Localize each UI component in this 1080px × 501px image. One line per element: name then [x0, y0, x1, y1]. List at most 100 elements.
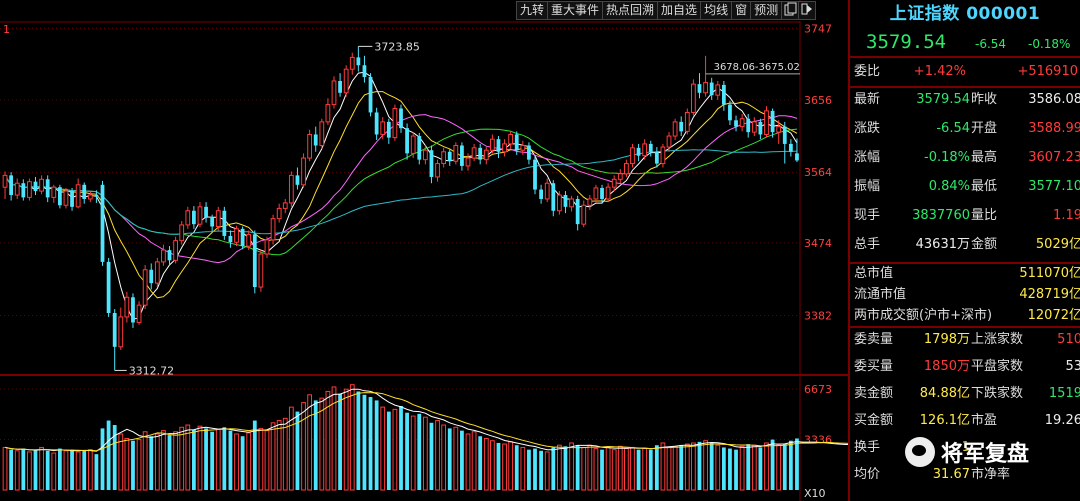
candle-body [204, 206, 208, 218]
order-label: 卖金额 [854, 386, 894, 401]
candle-body [21, 183, 26, 198]
volume-bar [234, 433, 239, 491]
jiuzhuan-button[interactable]: 九转 [516, 1, 549, 20]
quote-row: 总手 43631万 金额 5029亿 [850, 233, 1080, 257]
exit-icon[interactable] [799, 1, 817, 20]
volume-bar [654, 445, 659, 490]
volume-bar [167, 435, 172, 490]
volume-bar [642, 448, 648, 491]
volume-bar [264, 430, 270, 491]
candle-body [319, 121, 325, 146]
candle-body [14, 182, 20, 196]
volume-bar [258, 427, 264, 491]
order-value: 1519 [1048, 386, 1080, 401]
volume-bar [533, 448, 537, 490]
order-value: 1850万 [923, 359, 970, 374]
volume-bar [100, 428, 105, 490]
volume-bar [593, 448, 599, 491]
quote-value: -0.18% [924, 150, 970, 165]
candle-body [142, 269, 148, 306]
volume-bar [672, 445, 678, 491]
candle-body [325, 104, 331, 123]
candle-body [51, 186, 57, 198]
volume-bar [581, 446, 587, 491]
volume-bar [422, 416, 428, 491]
candle-body [234, 228, 239, 243]
kline-chart-area[interactable]: 3747 3656 3564 3474 3382 6673 3336 X10 1 3723.85 3… [0, 0, 848, 501]
market-value: 12072亿 [1027, 308, 1080, 323]
candle-body [478, 147, 483, 160]
copy-icon[interactable] [782, 1, 800, 20]
moving-average-button[interactable]: 均线 [701, 1, 733, 20]
volume-bar [228, 430, 233, 490]
candle-body [356, 57, 361, 66]
candle-body [715, 84, 721, 96]
candle-body [795, 153, 799, 161]
volume-bar [429, 422, 434, 490]
candle-body [654, 151, 659, 164]
volume-bar [508, 441, 514, 491]
candle-body [764, 110, 769, 135]
price-change: -6.54 [975, 37, 1007, 51]
volume-bar [51, 452, 57, 491]
order-value: 84.88亿 [919, 386, 970, 401]
volume-bar [739, 445, 745, 491]
candle-body [453, 144, 459, 162]
volume-bar [679, 445, 684, 490]
major-events-button[interactable]: 重大事件 [548, 1, 604, 20]
add-watchlist-button[interactable]: 加自选 [658, 1, 702, 20]
price-tick-label: 3382 [804, 309, 832, 322]
order-label: 上涨家数 [971, 332, 1024, 347]
volume-bar [33, 449, 38, 490]
candle-body [33, 181, 38, 192]
quote-row: 涨跌 -6.54 开盘 3588.99 [850, 117, 1080, 141]
candle-body [617, 173, 623, 180]
candle-body [362, 65, 367, 78]
price-tick-label: 3747 [804, 22, 832, 35]
kline-chart[interactable]: 3747 3656 3564 3474 3382 6673 3336 X10 1 3723.85 3… [0, 0, 848, 501]
candle-body [374, 112, 379, 135]
candle-body [57, 187, 62, 206]
candle-body [349, 56, 355, 70]
order-value: 19.26 [1044, 413, 1080, 428]
candle-body [721, 84, 726, 105]
volume-bar [191, 429, 196, 490]
candle-body [161, 249, 166, 263]
volume-bar [556, 444, 562, 491]
volume-bar [2, 446, 8, 491]
hot-review-button[interactable]: 热点回溯 [603, 1, 659, 20]
volume-bar [282, 417, 288, 491]
candle-body [496, 139, 501, 152]
volume-bar [356, 391, 361, 490]
volume-bar [788, 440, 793, 490]
candle-body [581, 204, 587, 225]
volume-bar [465, 433, 471, 491]
candle-body [399, 108, 403, 129]
quote-row: 最新 3579.54 昨收 3586.08 [850, 88, 1080, 112]
candle-body [307, 133, 313, 159]
quote-label: 现手 [854, 208, 881, 223]
volume-bar [94, 454, 99, 490]
volume-bar [392, 408, 398, 491]
order-label: 买金额 [854, 413, 894, 428]
volume-bar [27, 451, 32, 491]
weibi-value: +1.42% [913, 64, 966, 79]
candle-body [697, 84, 702, 93]
window-button[interactable]: 窗 [732, 1, 752, 20]
volume-bar [709, 442, 714, 490]
volume-bar [691, 442, 696, 491]
volume-bar [630, 446, 635, 491]
candle-body [489, 138, 495, 151]
candle-body [112, 313, 117, 347]
forecast-button[interactable]: 预测 [751, 1, 783, 20]
volume-bar [795, 438, 799, 490]
volume-bar [106, 420, 111, 490]
order-value: 126.1亿 [919, 413, 970, 428]
volume-bar [703, 440, 708, 491]
volume-bar [715, 444, 721, 491]
candle-body [417, 136, 422, 160]
quote-row: 涨幅 -0.18% 最高 3607.23 [850, 146, 1080, 170]
candle-body [210, 217, 215, 227]
volume-bar [410, 415, 416, 491]
candle-body [258, 253, 264, 288]
